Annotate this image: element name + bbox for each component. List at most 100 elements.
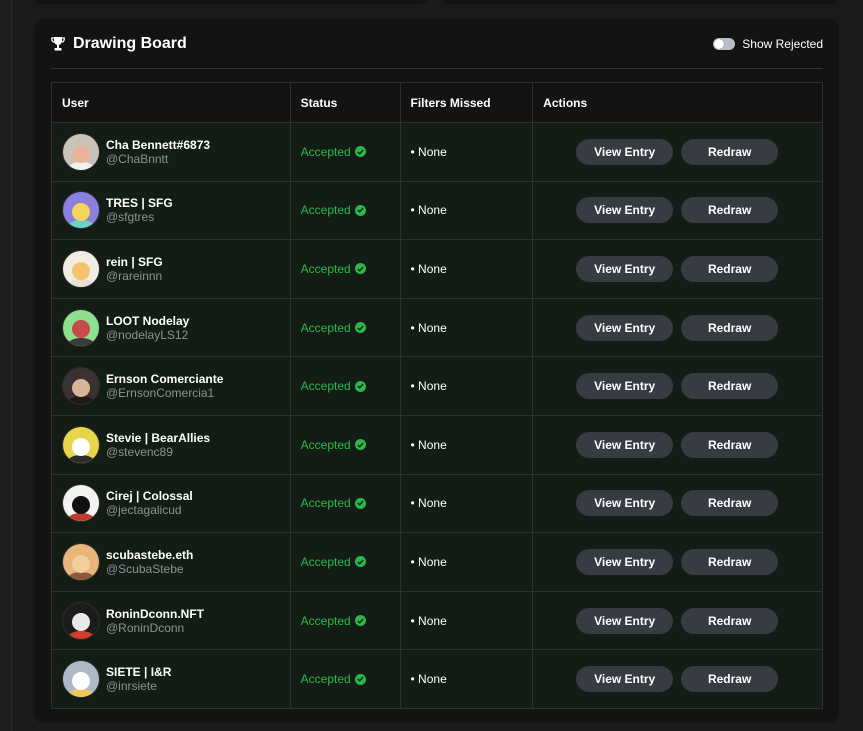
toggle-knob: [714, 38, 725, 49]
actions-cell: View Entry Redraw: [532, 122, 823, 182]
filters-cell: • None: [399, 414, 534, 475]
view-entry-button[interactable]: View Entry: [576, 314, 674, 341]
user-name[interactable]: Ernson Comerciante: [106, 372, 223, 386]
actions-cell: View Entry Redraw: [532, 239, 823, 299]
avatar-face: [72, 613, 90, 632]
avatar: [62, 601, 100, 640]
header-actions: Actions: [532, 82, 823, 123]
entries-table: User Status Filters Missed Actions Cha B…: [51, 82, 823, 709]
user-text: RoninDconn.NFT @RoninDconn: [106, 607, 204, 635]
status-cell: Accepted: [289, 649, 401, 709]
avatar-face: [72, 203, 90, 222]
status-text: Accepted: [300, 320, 351, 335]
status-text: Accepted: [300, 203, 351, 218]
status-text: Accepted: [300, 379, 351, 394]
user-handle[interactable]: @sfgtres: [106, 210, 173, 224]
actions-cell: View Entry Redraw: [532, 473, 823, 534]
actions-cell: View Entry Redraw: [532, 590, 823, 651]
row-actions: View Entry Redraw: [543, 138, 822, 165]
user-handle[interactable]: @RoninDconn: [106, 621, 204, 635]
redraw-button[interactable]: Redraw: [681, 548, 779, 575]
status-text: Accepted: [300, 496, 351, 511]
actions-cell: View Entry Redraw: [532, 356, 823, 416]
user-name[interactable]: TRES | SFG: [106, 196, 173, 210]
redraw-button[interactable]: Redraw: [681, 373, 779, 400]
user-cell: TRES | SFG @sfgtres: [51, 180, 291, 241]
table-row: TRES | SFG @sfgtres Accepted • None View…: [51, 180, 823, 241]
toggle-switch[interactable]: [713, 37, 736, 50]
user-name[interactable]: Cirej | Colossal: [106, 489, 193, 503]
view-entry-button[interactable]: View Entry: [576, 138, 674, 165]
status-badge: Accepted: [301, 203, 366, 217]
user-info: TRES | SFG @sfgtres: [62, 191, 290, 230]
view-entry-button[interactable]: View Entry: [576, 431, 674, 458]
redraw-button[interactable]: Redraw: [681, 314, 779, 341]
view-entry-button[interactable]: View Entry: [576, 373, 674, 400]
user-handle[interactable]: @ErnsonComercia1: [106, 386, 223, 400]
user-handle[interactable]: @nodelayLS12: [106, 328, 189, 342]
filters-cell: • None: [399, 239, 534, 299]
user-handle[interactable]: @ScubaStebe: [106, 562, 193, 576]
avatar: [62, 191, 100, 230]
user-cell: SIETE | I&R @inrsiete: [51, 649, 291, 709]
status-cell: Accepted: [289, 356, 401, 416]
user-cell: Stevie | BearAllies @stevenc89: [51, 414, 291, 475]
actions-cell: View Entry Redraw: [532, 649, 823, 709]
user-handle[interactable]: @jectagalicud: [106, 503, 193, 517]
panel-title: Drawing Board: [73, 34, 187, 52]
user-handle[interactable]: @rareinnn: [106, 269, 163, 283]
view-entry-button[interactable]: View Entry: [576, 548, 674, 575]
check-circle-icon: [354, 439, 366, 451]
user-info: Ernson Comerciante @ErnsonComercia1: [62, 367, 290, 406]
filters-missed-text: • None: [410, 261, 447, 276]
avatar-body: [66, 630, 96, 639]
check-circle-icon: [354, 497, 366, 509]
avatar: [62, 132, 100, 171]
row-actions: View Entry Redraw: [543, 666, 822, 693]
view-entry-button[interactable]: View Entry: [576, 607, 674, 634]
user-name[interactable]: LOOT Nodelay: [106, 314, 189, 328]
view-entry-button[interactable]: View Entry: [576, 197, 674, 224]
table-row: RoninDconn.NFT @RoninDconn Accepted • No…: [51, 590, 823, 651]
redraw-button[interactable]: Redraw: [681, 490, 779, 517]
check-circle-icon: [354, 380, 366, 392]
avatar-body: [66, 396, 96, 405]
user-handle[interactable]: @inrsiete: [106, 679, 171, 693]
redraw-button[interactable]: Redraw: [681, 666, 779, 693]
redraw-button[interactable]: Redraw: [681, 138, 779, 165]
table-row: Ernson Comerciante @ErnsonComercia1 Acce…: [51, 356, 823, 416]
user-handle[interactable]: @stevenc89: [106, 445, 210, 459]
avatar: [62, 249, 100, 288]
user-name[interactable]: SIETE | I&R: [106, 665, 171, 679]
trophy-icon: [51, 36, 65, 50]
redraw-button[interactable]: Redraw: [681, 607, 779, 634]
table-header-row: User Status Filters Missed Actions: [51, 82, 823, 123]
user-name[interactable]: RoninDconn.NFT: [106, 607, 204, 621]
user-cell: rein | SFG @rareinnn: [51, 239, 291, 299]
status-cell: Accepted: [289, 532, 401, 592]
avatar-body: [66, 454, 96, 463]
redraw-button[interactable]: Redraw: [681, 431, 779, 458]
status-text: Accepted: [300, 672, 351, 687]
user-handle[interactable]: @ChaBnntt: [106, 152, 210, 166]
row-actions: View Entry Redraw: [543, 548, 822, 575]
user-name[interactable]: rein | SFG: [106, 255, 163, 269]
avatar-face: [72, 261, 90, 280]
show-rejected-toggle[interactable]: Show Rejected: [713, 37, 823, 51]
avatar-face: [72, 671, 90, 690]
redraw-button[interactable]: Redraw: [681, 197, 779, 224]
view-entry-button[interactable]: View Entry: [576, 666, 674, 693]
drawing-board-panel: Drawing Board Show Rejected User Status …: [34, 19, 839, 723]
redraw-button[interactable]: Redraw: [681, 255, 779, 282]
user-name[interactable]: Stevie | BearAllies: [106, 431, 210, 445]
user-name[interactable]: Cha Bennett#6873: [106, 138, 210, 152]
view-entry-button[interactable]: View Entry: [576, 255, 674, 282]
status-text: Accepted: [300, 437, 351, 452]
status-badge: Accepted: [301, 438, 366, 452]
avatar-face: [72, 554, 90, 573]
check-circle-icon: [354, 615, 366, 627]
view-entry-button[interactable]: View Entry: [576, 490, 674, 517]
filters-cell: • None: [399, 590, 534, 651]
top-card-right: [442, 0, 838, 4]
user-name[interactable]: scubastebe.eth: [106, 548, 193, 562]
